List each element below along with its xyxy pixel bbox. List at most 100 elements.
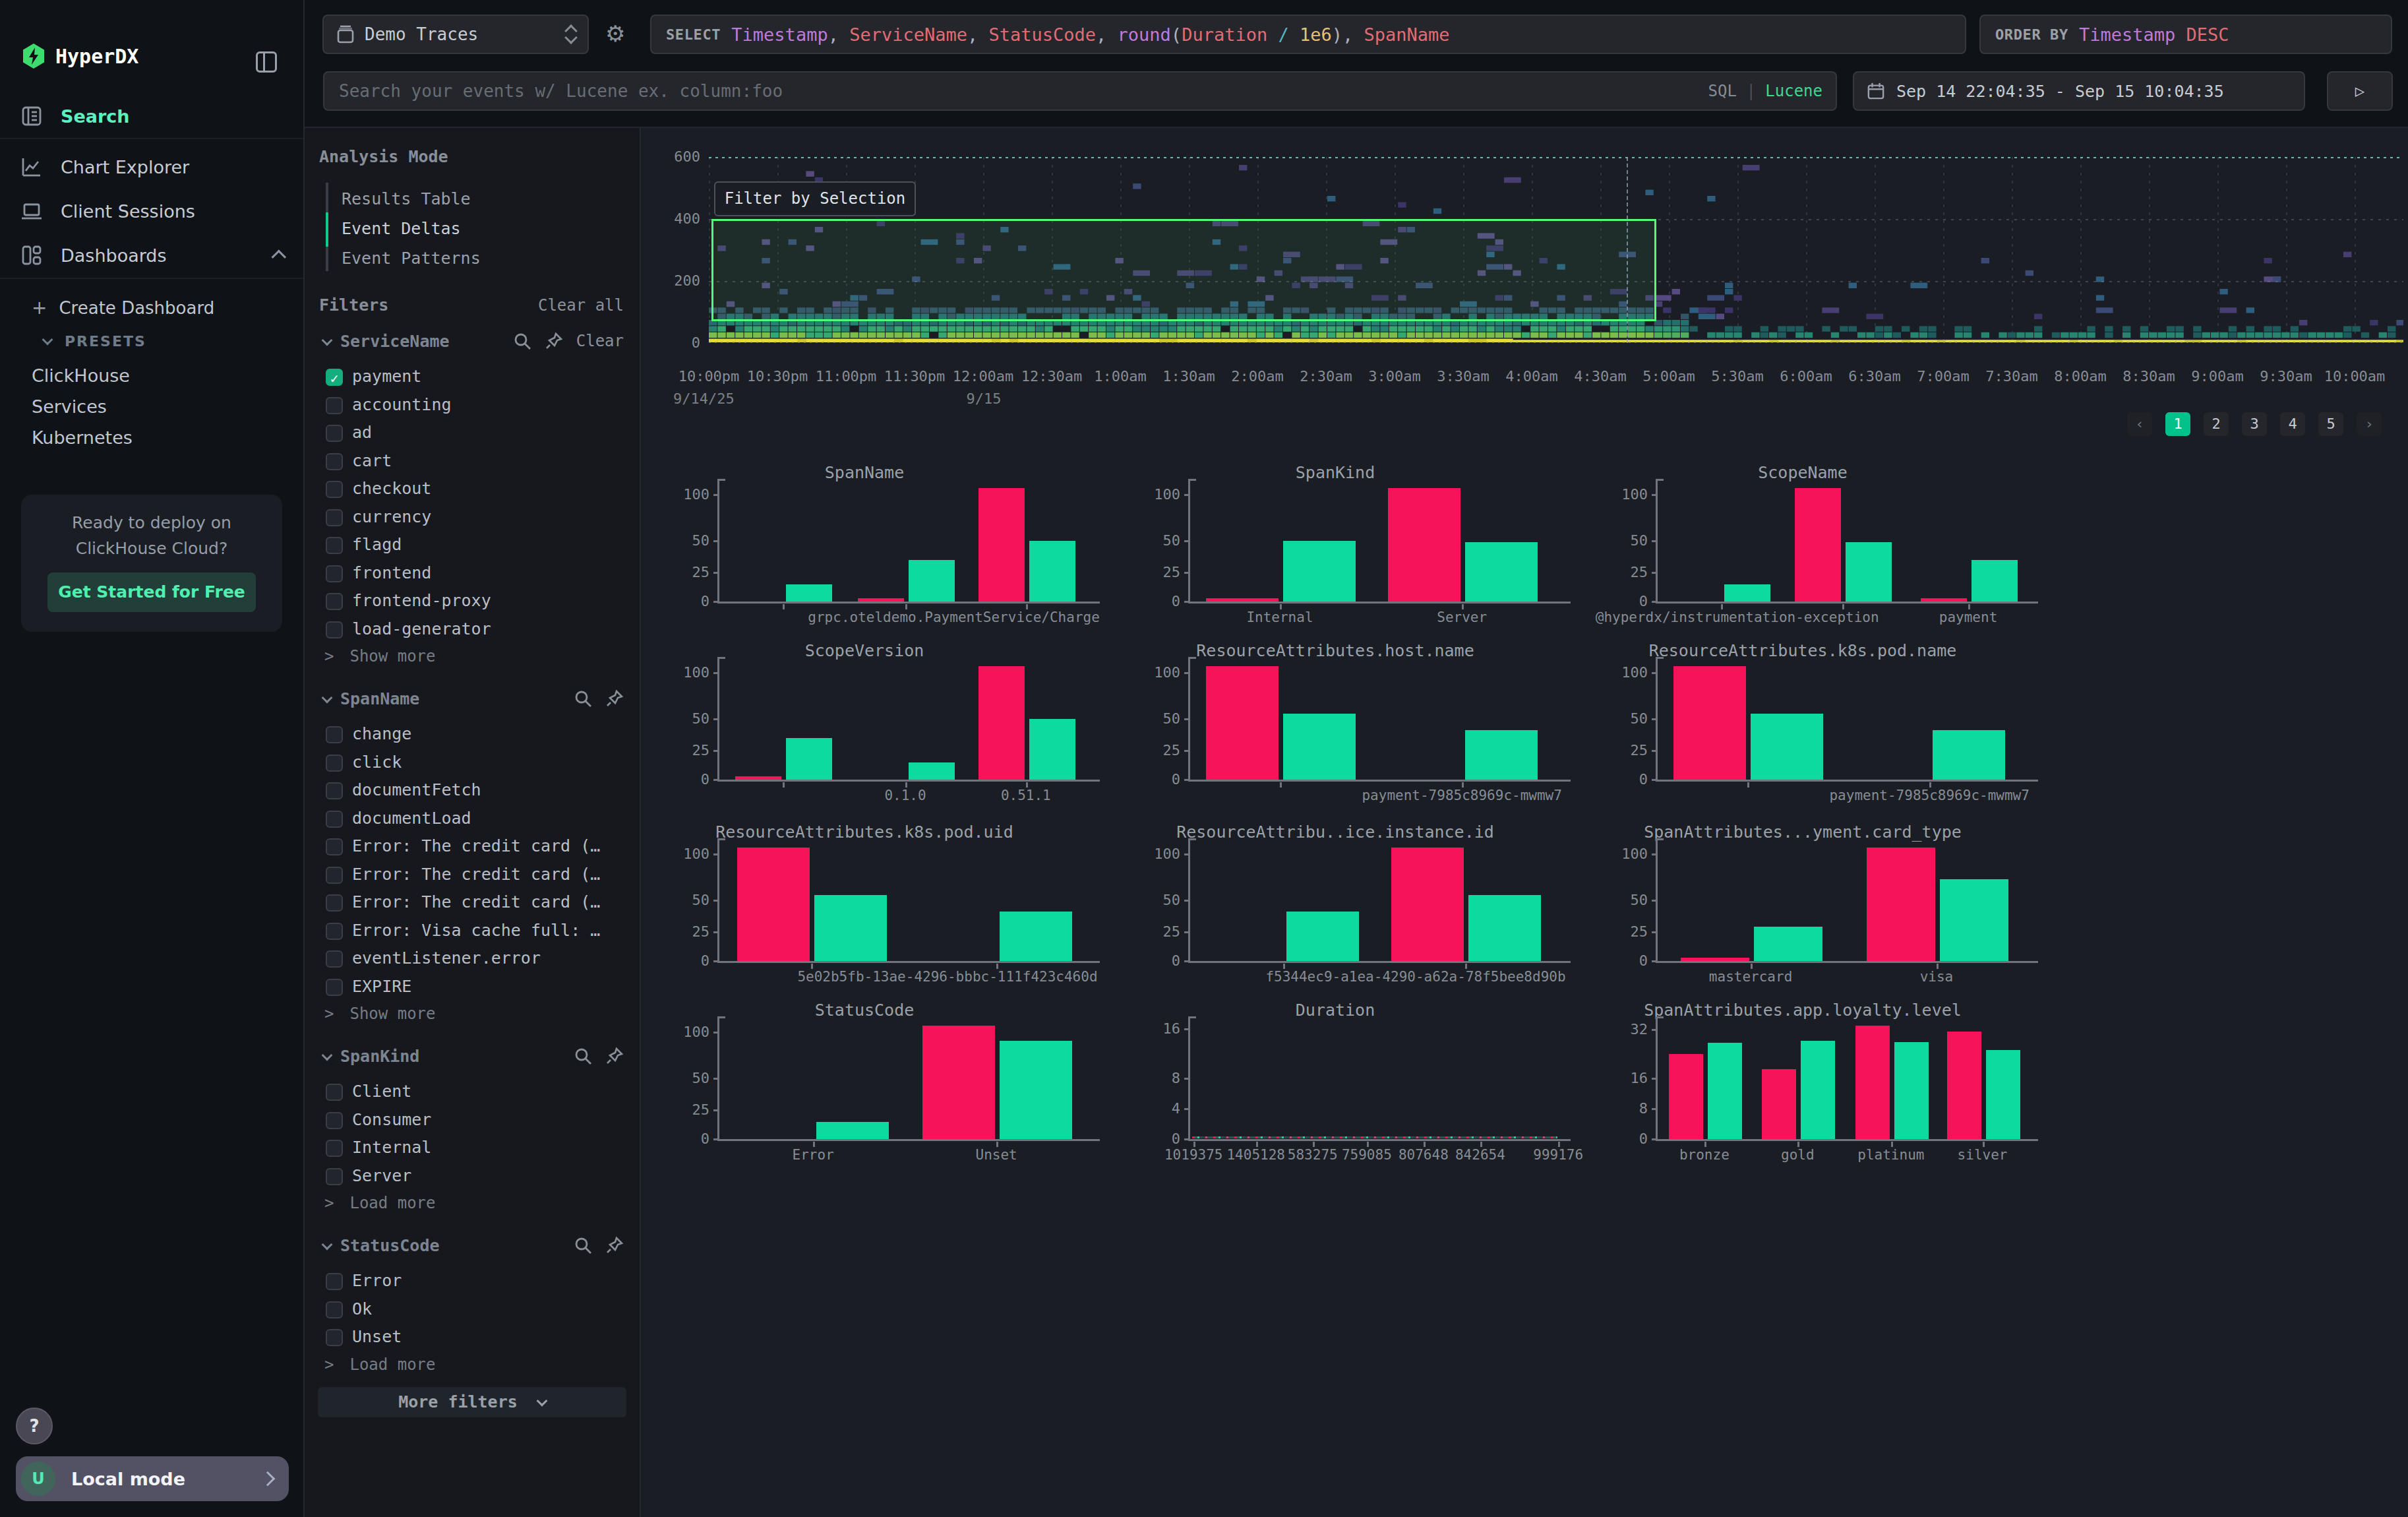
filter-show-more[interactable]: >Show more bbox=[324, 1005, 436, 1023]
order-by-input[interactable]: ORDER BY Timestamp DESC bbox=[1979, 15, 2392, 54]
checkbox-accounting[interactable] bbox=[326, 397, 343, 414]
pin-icon[interactable] bbox=[605, 1047, 624, 1065]
clear-group-button[interactable]: Clear bbox=[576, 332, 624, 350]
filter-option-label[interactable]: cart bbox=[352, 451, 392, 470]
filter-option-label[interactable]: Ok bbox=[352, 1299, 372, 1318]
search-icon[interactable] bbox=[574, 1047, 592, 1065]
filter-group-statuscode[interactable]: StatusCode bbox=[323, 1236, 440, 1255]
lang-sql[interactable]: SQL bbox=[1708, 82, 1737, 100]
page-3-button[interactable]: 3 bbox=[2242, 412, 2267, 436]
page-next-button[interactable]: › bbox=[2357, 412, 2382, 436]
search-icon[interactable] bbox=[574, 1236, 592, 1254]
filter-option-label[interactable]: change bbox=[352, 724, 411, 743]
analysis-mode-event-patterns[interactable]: Event Patterns bbox=[342, 249, 481, 268]
filter-option-label[interactable]: Error: The credit card (… bbox=[352, 836, 600, 855]
filter-group-servicename[interactable]: ServiceName bbox=[323, 332, 450, 351]
filter-load-more[interactable]: >Load more bbox=[324, 1355, 436, 1374]
app-logo[interactable]: HyperDX bbox=[22, 44, 138, 69]
run-query-button[interactable]: ▷ bbox=[2327, 71, 2393, 111]
filter-option-label[interactable]: Internal bbox=[352, 1138, 431, 1157]
checkbox-eventlistener-error[interactable] bbox=[326, 950, 343, 968]
language-toggle[interactable]: SQL | Lucene bbox=[1708, 82, 1822, 100]
pin-icon[interactable] bbox=[605, 1236, 624, 1254]
checkbox-error-visa-cache-full-[interactable] bbox=[326, 923, 343, 940]
filter-option-label[interactable]: Server bbox=[352, 1166, 411, 1185]
filter-option-label[interactable]: documentLoad bbox=[352, 809, 471, 828]
clear-all-button[interactable]: Clear all bbox=[538, 296, 624, 315]
sidebar-item-search[interactable]: Search bbox=[0, 102, 303, 131]
sidebar-preset-clickhouse[interactable]: ClickHouse bbox=[32, 365, 130, 386]
filter-option-label[interactable]: currency bbox=[352, 507, 431, 526]
source-select[interactable]: Demo Traces bbox=[322, 15, 589, 54]
checkbox-cart[interactable] bbox=[326, 453, 343, 470]
sql-query-input[interactable]: SELECT Timestamp, ServiceName, StatusCod… bbox=[650, 15, 1966, 54]
lang-lucene[interactable]: Lucene bbox=[1765, 82, 1822, 100]
sidebar-collapse-icon[interactable] bbox=[256, 51, 277, 73]
sidebar-preset-services[interactable]: Services bbox=[32, 396, 107, 417]
filter-option-label[interactable]: EXPIRE bbox=[352, 977, 411, 996]
page-prev-button[interactable]: ‹ bbox=[2127, 412, 2152, 436]
checkbox-unset[interactable] bbox=[326, 1329, 343, 1346]
filter-option-label[interactable]: Error: The credit card (… bbox=[352, 892, 600, 912]
filter-load-more[interactable]: >Load more bbox=[324, 1194, 436, 1212]
checkbox-click[interactable] bbox=[326, 755, 343, 772]
local-mode-button[interactable]: U Local mode bbox=[16, 1456, 289, 1501]
sidebar-preset-kubernetes[interactable]: Kubernetes bbox=[32, 427, 133, 448]
checkbox-internal[interactable] bbox=[326, 1140, 343, 1157]
pin-icon[interactable] bbox=[545, 332, 563, 350]
page-1-button[interactable]: 1 bbox=[2165, 412, 2190, 436]
checkbox-error[interactable] bbox=[326, 1273, 343, 1290]
filter-option-label[interactable]: frontend-proxy bbox=[352, 591, 491, 610]
analysis-mode-event-deltas[interactable]: Event Deltas bbox=[342, 219, 461, 238]
help-button[interactable]: ? bbox=[16, 1408, 53, 1444]
filter-option-label[interactable]: Unset bbox=[352, 1327, 402, 1346]
filter-option-label[interactable]: documentFetch bbox=[352, 780, 481, 799]
filter-option-label[interactable]: Consumer bbox=[352, 1110, 431, 1129]
filter-show-more[interactable]: >Show more bbox=[324, 647, 436, 666]
checkbox-ok[interactable] bbox=[326, 1301, 343, 1318]
checkbox-server[interactable] bbox=[326, 1168, 343, 1185]
filter-group-spankind[interactable]: SpanKind bbox=[323, 1047, 419, 1066]
checkbox-load-generator[interactable] bbox=[326, 621, 343, 638]
filter-option-label[interactable]: ad bbox=[352, 423, 372, 442]
checkbox-consumer[interactable] bbox=[326, 1112, 343, 1129]
filter-option-label[interactable]: flagd bbox=[352, 535, 402, 554]
search-icon[interactable] bbox=[574, 689, 592, 708]
sidebar-item-chart-explorer[interactable]: Chart Explorer bbox=[0, 152, 303, 181]
filter-option-label[interactable]: click bbox=[352, 753, 402, 772]
checkbox-error-the-credit-card-[interactable] bbox=[326, 894, 343, 912]
checkbox-error-the-credit-card-[interactable] bbox=[326, 867, 343, 884]
filter-option-label[interactable]: Error: The credit card (… bbox=[352, 865, 600, 884]
page-4-button[interactable]: 4 bbox=[2280, 412, 2305, 436]
page-2-button[interactable]: 2 bbox=[2204, 412, 2229, 436]
lucene-search-input[interactable]: Search your events w/ Lucene ex. column:… bbox=[323, 71, 1837, 111]
filter-by-selection-button[interactable]: Filter by Selection bbox=[714, 181, 916, 216]
filter-option-label[interactable]: Error bbox=[352, 1271, 402, 1290]
checkbox-frontend[interactable] bbox=[326, 565, 343, 582]
filter-option-label[interactable]: checkout bbox=[352, 479, 431, 498]
checkbox-checkout[interactable] bbox=[326, 481, 343, 498]
filter-option-label[interactable]: load-generator bbox=[352, 619, 491, 638]
checkbox-ad[interactable] bbox=[326, 425, 343, 442]
search-icon[interactable] bbox=[513, 332, 531, 350]
checkbox-client[interactable] bbox=[326, 1084, 343, 1101]
filter-option-label[interactable]: accounting bbox=[352, 395, 452, 414]
checkbox-expire[interactable] bbox=[326, 979, 343, 996]
pin-icon[interactable] bbox=[605, 689, 624, 708]
more-filters-button[interactable]: More filters bbox=[318, 1387, 626, 1417]
filter-option-label[interactable]: eventListener.error bbox=[352, 948, 541, 968]
checkbox-frontend-proxy[interactable] bbox=[326, 593, 343, 610]
sidebar-item-dashboards[interactable]: Dashboards bbox=[0, 241, 303, 270]
checkbox-flagd[interactable] bbox=[326, 537, 343, 554]
checkbox-error-the-credit-card-[interactable] bbox=[326, 838, 343, 855]
filter-option-label[interactable]: payment bbox=[352, 367, 421, 386]
filter-option-label[interactable]: frontend bbox=[352, 563, 431, 582]
filter-option-label[interactable]: Client bbox=[352, 1082, 411, 1101]
sidebar-item-client-sessions[interactable]: Client Sessions bbox=[0, 197, 303, 226]
checkbox-documentfetch[interactable] bbox=[326, 782, 343, 799]
get-started-button[interactable]: Get Started for Free bbox=[47, 573, 256, 612]
analysis-mode-results-table[interactable]: Results Table bbox=[342, 189, 471, 208]
checkbox-change[interactable] bbox=[326, 726, 343, 743]
checkbox-currency[interactable] bbox=[326, 509, 343, 526]
page-5-button[interactable]: 5 bbox=[2318, 412, 2343, 436]
